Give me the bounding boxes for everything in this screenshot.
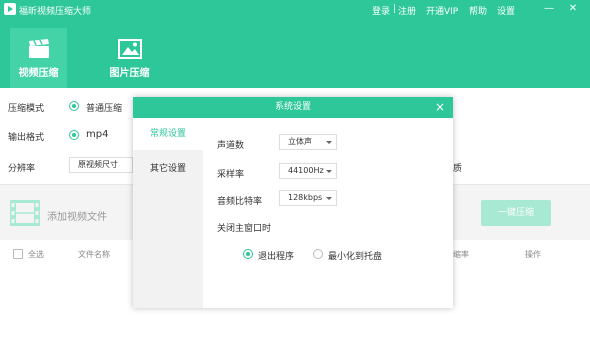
format-mp4-label: mp4 — [86, 129, 109, 140]
output-format-label: 输出格式 — [8, 133, 45, 143]
channel-value: 立体声 — [288, 137, 312, 146]
minimize-button[interactable]: — — [542, 3, 556, 15]
exit-program-radio[interactable] — [243, 249, 253, 259]
one-click-compress-button[interactable]: 一键压缩 — [481, 200, 551, 226]
system-settings-dialog: 系统设置 × 常规设置 其它设置 声道数 立体声 采样率 44100Hz 音频比… — [133, 97, 453, 308]
select-all-checkbox[interactable] — [13, 249, 23, 259]
chevron-down-icon — [326, 197, 332, 200]
compress-mode-label: 压缩模式 — [8, 104, 45, 114]
vip-link[interactable]: 开通VIP — [426, 4, 458, 17]
file-name-column: 文件名称 — [78, 250, 110, 259]
sidebar-item-other[interactable]: 其它设置 — [133, 153, 203, 185]
tab-video-compress[interactable]: 视频压缩 — [10, 28, 67, 88]
bitrate-value: 128kbps — [288, 193, 323, 202]
sample-rate-value: 44100Hz — [288, 166, 324, 175]
mode-normal-radio[interactable] — [69, 101, 79, 111]
action-column: 操作 — [525, 250, 541, 259]
title-bar: 福昕视频压缩大师 登录 | 注册 开通VIP 帮助 设置 — ✕ — [0, 0, 590, 20]
settings-sidebar: 常规设置 其它设置 — [133, 118, 203, 308]
tab-video-label: 视频压缩 — [18, 68, 59, 79]
dialog-header: 系统设置 × — [133, 97, 453, 118]
bitrate-label: 音频比特率 — [217, 197, 263, 207]
close-window-button[interactable]: ✕ — [566, 3, 580, 15]
format-mp4-radio[interactable] — [69, 130, 79, 140]
compress-rate-column: 缩率 — [453, 250, 469, 259]
app-logo-icon — [4, 3, 16, 15]
channel-select[interactable]: 立体声 — [279, 134, 337, 150]
minimize-tray-label: 最小化到托盘 — [328, 252, 383, 262]
close-main-window-label: 关闭主窗口时 — [217, 224, 272, 234]
sample-rate-label: 采样率 — [217, 170, 245, 180]
channel-label: 声道数 — [217, 141, 245, 151]
app-title: 福昕视频压缩大师 — [19, 7, 92, 17]
login-link[interactable]: 登录 — [372, 4, 390, 17]
register-link[interactable]: 注册 — [398, 4, 416, 17]
mode-normal-label: 普通压缩 — [86, 104, 123, 114]
help-link[interactable]: 帮助 — [469, 4, 487, 17]
chevron-down-icon — [326, 170, 332, 173]
sidebar-item-general[interactable]: 常规设置 — [133, 118, 203, 150]
resolution-value: 原视频尺寸 — [78, 160, 118, 169]
minimize-tray-radio[interactable] — [313, 249, 323, 259]
chevron-down-icon — [326, 141, 332, 144]
tab-image-compress[interactable]: 图片压缩 — [101, 28, 158, 88]
dialog-title: 系统设置 — [274, 102, 311, 112]
quality-label-fragment: 质 — [453, 164, 463, 174]
resolution-select[interactable]: 原视频尺寸 — [69, 157, 133, 173]
dialog-close-button[interactable]: × — [433, 97, 447, 118]
tab-image-label: 图片压缩 — [109, 68, 150, 79]
sample-rate-select[interactable]: 44100Hz — [279, 163, 337, 179]
exit-program-label: 退出程序 — [258, 252, 295, 262]
film-strip-icon[interactable] — [10, 200, 40, 226]
clapperboard-icon — [28, 39, 49, 58]
resolution-label: 分辨率 — [8, 164, 36, 174]
select-all-label: 全选 — [28, 250, 44, 259]
link-separator: | — [393, 4, 397, 14]
add-video-label[interactable]: 添加视频文件 — [47, 208, 107, 223]
bitrate-select[interactable]: 128kbps — [279, 190, 337, 206]
settings-link[interactable]: 设置 — [497, 4, 515, 17]
image-icon — [117, 39, 142, 59]
